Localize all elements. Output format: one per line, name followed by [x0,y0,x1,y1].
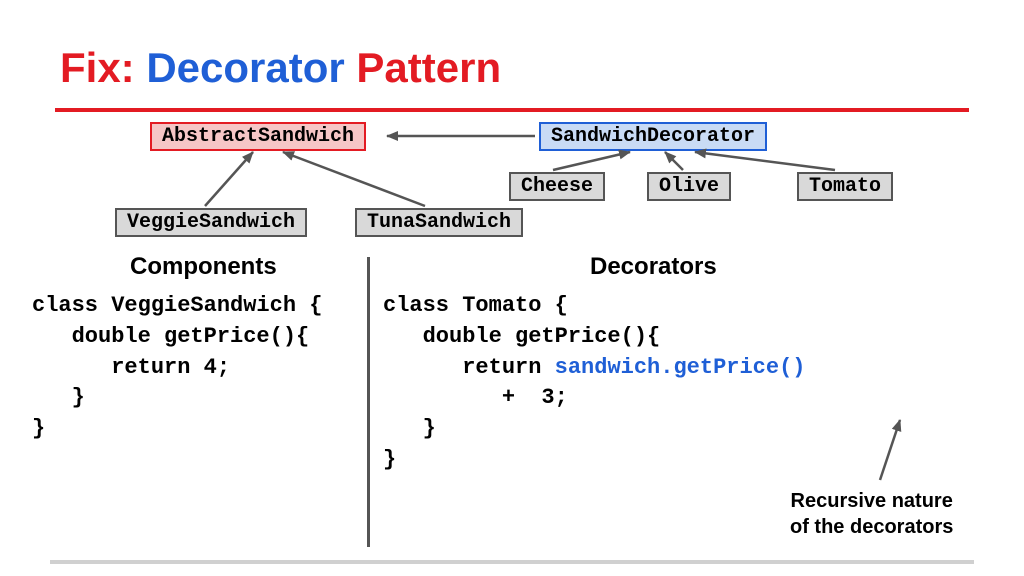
class-diagram: AbstractSandwich SandwichDecorator Chees… [55,116,969,246]
section-heading-components: Components [130,253,277,281]
class-box-abstract-sandwich: AbstractSandwich [150,122,366,151]
class-box-sandwich-decorator: SandwichDecorator [539,122,767,151]
class-box-tomato: Tomato [797,172,893,201]
annotation-line1: Recursive nature [791,490,953,512]
title-mid: Decorator [146,44,344,91]
code-tomato: class Tomato { double getPrice(){ return… [383,291,805,476]
annotation-recursive: Recursive nature of the decorators [790,488,953,540]
class-box-tuna-sandwich: TunaSandwich [355,208,523,237]
class-box-veggie-sandwich: VeggieSandwich [115,208,307,237]
footer-rule [50,560,974,564]
annotation-line2: of the decorators [790,516,953,538]
slide-title: Fix: Decorator Pattern [60,44,501,92]
slide: Fix: Decorator Pattern AbstractSandwich … [0,0,1024,576]
title-prefix: Fix: [60,44,135,91]
vertical-separator [367,257,370,547]
class-box-cheese: Cheese [509,172,605,201]
section-heading-decorators: Decorators [590,253,717,281]
class-box-olive: Olive [647,172,731,201]
title-suffix: Pattern [356,44,501,91]
code-tomato-call: sandwich.getPrice() [555,355,806,380]
code-veggie-sandwich: class VeggieSandwich { double getPrice()… [32,291,322,445]
title-rule [55,108,969,112]
code-tomato-post: + 3; } } [383,385,568,472]
